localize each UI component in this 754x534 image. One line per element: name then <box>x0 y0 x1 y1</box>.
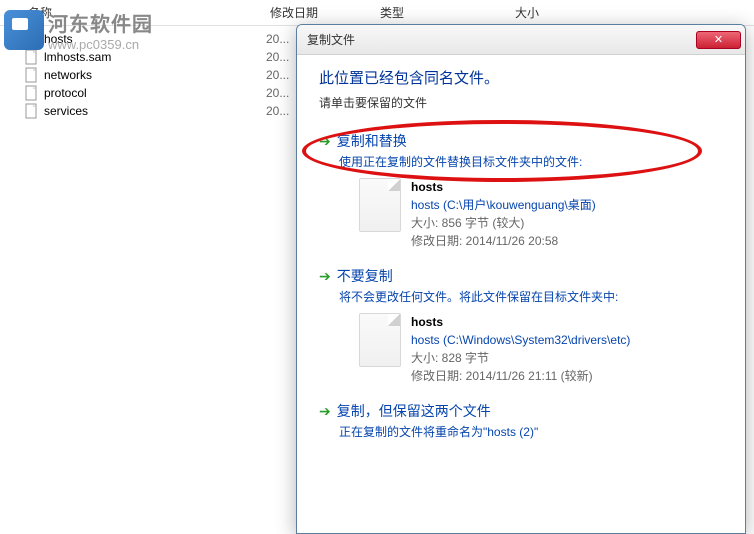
watermark-logo-icon <box>4 10 44 50</box>
document-icon <box>359 313 401 367</box>
file-size: 大小: 856 字节 (较大) <box>411 214 596 232</box>
option-title: 复制，但保留这两个文件 <box>337 401 491 421</box>
file-name: lmhosts.sam <box>44 50 111 64</box>
file-icon <box>24 85 40 101</box>
option-desc: 正在复制的文件将重命名为"hosts (2)" <box>339 423 723 440</box>
close-icon: ✕ <box>714 33 723 46</box>
file-path: hosts (C:\Windows\System32\drivers\etc) <box>411 331 630 349</box>
option-desc: 将不会更改任何文件。将此文件保留在目标文件夹中: <box>339 288 723 305</box>
dialog-heading: 此位置已经包含同名文件。 <box>319 67 723 88</box>
file-path: hosts (C:\用户\kouwenguang\桌面) <box>411 196 596 214</box>
close-button[interactable]: ✕ <box>696 31 741 49</box>
option-keep-both[interactable]: ➔ 复制，但保留这两个文件 正在复制的文件将重命名为"hosts (2)" <box>319 395 723 450</box>
file-name: hosts <box>411 178 596 196</box>
col-date[interactable]: 修改日期 <box>270 4 380 21</box>
file-detail: hosts hosts (C:\Windows\System32\drivers… <box>359 313 723 385</box>
option-dont-copy[interactable]: ➔ 不要复制 将不会更改任何文件。将此文件保留在目标文件夹中: hosts ho… <box>319 260 723 395</box>
arrow-right-icon: ➔ <box>319 133 331 150</box>
file-name: networks <box>44 68 92 82</box>
file-name: protocol <box>44 86 87 100</box>
file-detail: hosts hosts (C:\用户\kouwenguang\桌面) 大小: 8… <box>359 178 723 250</box>
copy-file-dialog: 复制文件 ✕ 此位置已经包含同名文件。 请单击要保留的文件 ➔ 复制和替换 使用… <box>296 24 746 534</box>
col-size[interactable]: 大小 <box>515 4 615 21</box>
watermark-url: www.pc0359.cn <box>48 37 153 52</box>
dialog-title: 复制文件 <box>307 31 696 48</box>
file-modified: 修改日期: 2014/11/26 20:58 <box>411 232 596 250</box>
file-name: services <box>44 104 88 118</box>
option-title: 复制和替换 <box>337 131 407 151</box>
file-icon <box>24 103 40 119</box>
document-icon <box>359 178 401 232</box>
watermark-title: 河东软件园 <box>48 8 153 37</box>
arrow-right-icon: ➔ <box>319 403 331 420</box>
dialog-instruction: 请单击要保留的文件 <box>319 94 723 111</box>
file-size: 大小: 828 字节 <box>411 349 630 367</box>
dialog-body: 此位置已经包含同名文件。 请单击要保留的文件 ➔ 复制和替换 使用正在复制的文件… <box>297 55 745 462</box>
dialog-titlebar[interactable]: 复制文件 ✕ <box>297 25 745 55</box>
watermark: 河东软件园 www.pc0359.cn <box>4 8 153 52</box>
option-desc: 使用正在复制的文件替换目标文件夹中的文件: <box>339 153 723 170</box>
col-type[interactable]: 类型 <box>380 4 515 21</box>
option-copy-replace[interactable]: ➔ 复制和替换 使用正在复制的文件替换目标文件夹中的文件: hosts host… <box>319 125 723 260</box>
option-title: 不要复制 <box>337 266 393 286</box>
file-name: hosts <box>411 313 630 331</box>
arrow-right-icon: ➔ <box>319 268 331 285</box>
file-icon <box>24 67 40 83</box>
file-modified: 修改日期: 2014/11/26 21:11 (较新) <box>411 367 630 385</box>
